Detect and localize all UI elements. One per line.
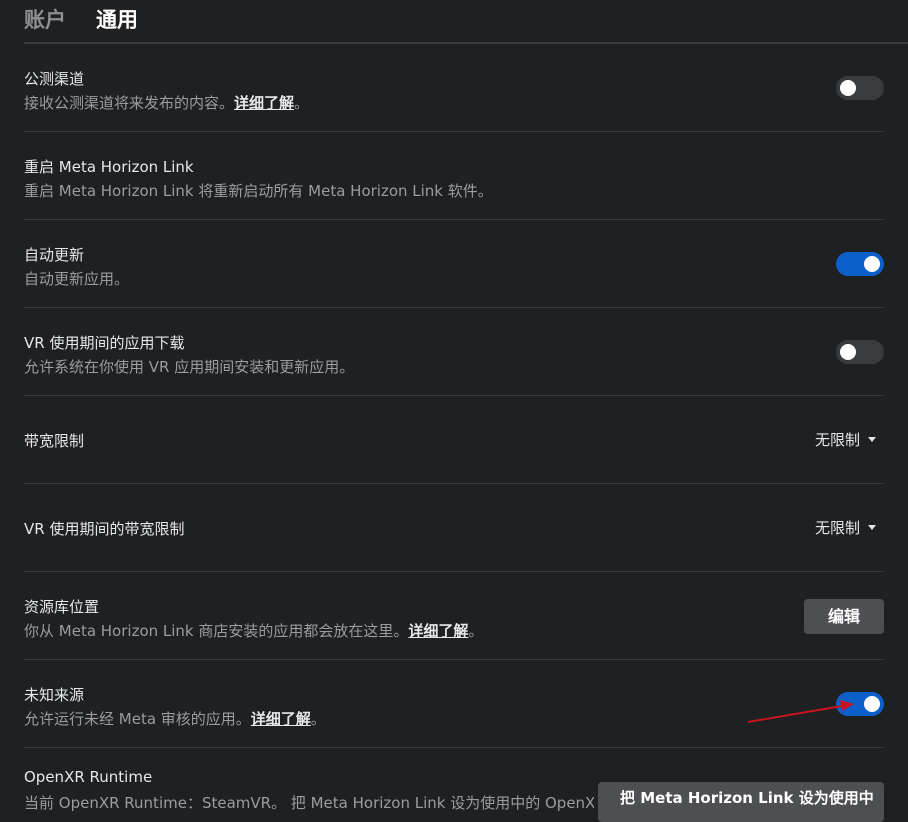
setting-title: 资源库位置: [24, 598, 100, 616]
auto-update-toggle[interactable]: [836, 252, 884, 276]
toggle-knob: [840, 80, 856, 96]
toggle-knob: [864, 696, 880, 712]
learn-more-link[interactable]: 详细了解: [234, 94, 294, 112]
learn-more-link[interactable]: 详细了解: [251, 710, 311, 728]
setting-public-channel: 公测渠道 接收公测渠道将来发布的内容。详细了解。: [24, 44, 884, 132]
tab-general[interactable]: 通用: [96, 0, 138, 44]
setting-desc: 允许运行未经 Meta 审核的应用。详细了解。: [24, 710, 326, 728]
bandwidth-dropdown[interactable]: 无限制: [815, 429, 876, 450]
setting-bandwidth: 带宽限制 无限制: [24, 396, 884, 484]
setting-title: OpenXR Runtime: [24, 768, 153, 786]
set-openxr-runtime-button[interactable]: 把 Meta Horizon Link 设为使用中: [598, 782, 884, 822]
setting-vr-download: VR 使用期间的应用下载 允许系统在你使用 VR 应用期间安装和更新应用。: [24, 308, 884, 396]
setting-title: 公测渠道: [24, 70, 85, 88]
setting-title: VR 使用期间的带宽限制: [24, 520, 185, 538]
setting-desc: 你从 Meta Horizon Link 商店安装的应用都会放在这里。详细了解。: [24, 622, 484, 640]
vr-download-toggle[interactable]: [836, 340, 884, 364]
setting-desc: 重启 Meta Horizon Link 将重新启动所有 Meta Horizo…: [24, 182, 493, 200]
learn-more-link[interactable]: 详细了解: [408, 622, 468, 640]
setting-desc: 允许系统在你使用 VR 应用期间安装和更新应用。: [24, 358, 355, 376]
setting-desc: 当前 OpenXR Runtime：SteamVR。 把 Meta Horizo…: [24, 794, 594, 812]
setting-unknown-sources: 未知来源 允许运行未经 Meta 审核的应用。详细了解。: [24, 660, 884, 748]
vr-bandwidth-dropdown[interactable]: 无限制: [815, 517, 876, 538]
setting-title: VR 使用期间的应用下载: [24, 334, 185, 352]
unknown-sources-toggle[interactable]: [836, 692, 884, 716]
public-channel-toggle[interactable]: [836, 76, 884, 100]
setting-title: 带宽限制: [24, 432, 85, 450]
dropdown-value: 无限制: [814, 519, 860, 537]
dropdown-value: 无限制: [814, 431, 860, 449]
setting-desc: 自动更新应用。: [24, 270, 130, 288]
settings-tabs: 账户 通用: [24, 0, 908, 44]
setting-vr-bandwidth: VR 使用期间的带宽限制 无限制: [24, 484, 884, 572]
toggle-knob: [864, 256, 880, 272]
setting-restart-link[interactable]: 重启 Meta Horizon Link 重启 Meta Horizon Lin…: [24, 132, 884, 220]
setting-title: 未知来源: [24, 686, 85, 704]
caret-down-icon: [868, 437, 876, 442]
tab-account[interactable]: 账户: [24, 0, 66, 44]
toggle-knob: [840, 344, 856, 360]
setting-auto-update: 自动更新 自动更新应用。: [24, 220, 884, 308]
setting-desc: 接收公测渠道将来发布的内容。详细了解。: [24, 94, 310, 112]
edit-button[interactable]: 编辑: [804, 599, 884, 634]
setting-library-location: 资源库位置 你从 Meta Horizon Link 商店安装的应用都会放在这里…: [24, 572, 884, 660]
setting-title: 自动更新: [24, 246, 85, 264]
caret-down-icon: [868, 525, 876, 530]
setting-title: 重启 Meta Horizon Link: [24, 158, 194, 176]
